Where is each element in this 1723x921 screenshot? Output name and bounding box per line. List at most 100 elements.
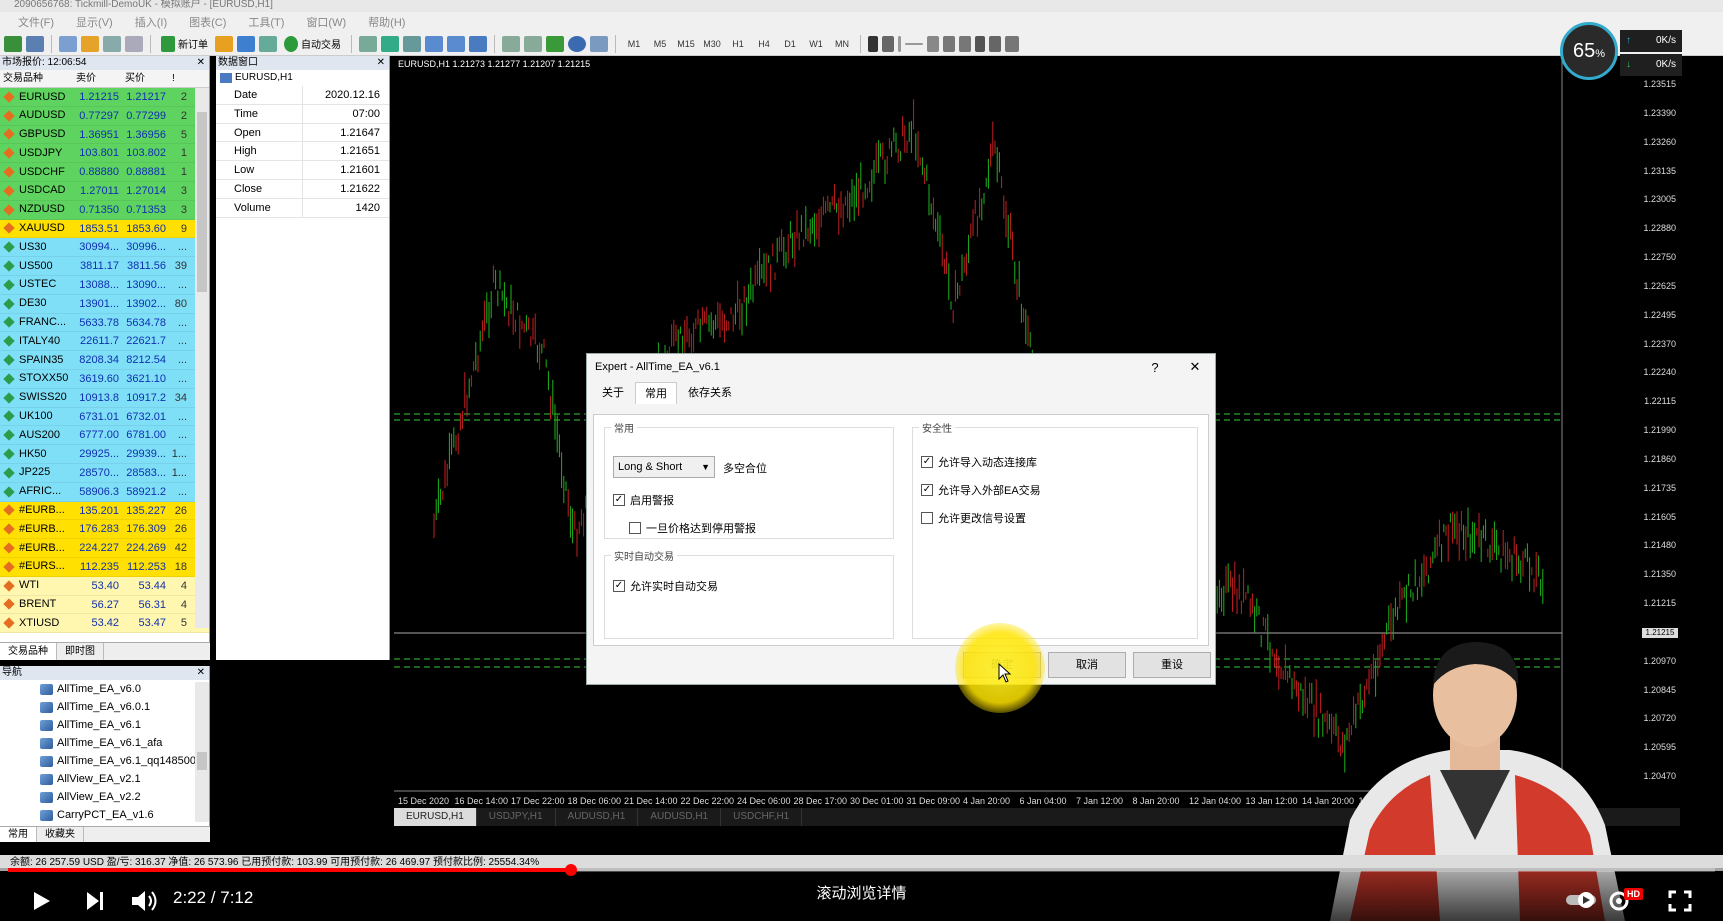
table-row[interactable]: XTIUSD 53.42 53.47 5: [0, 614, 209, 634]
checkbox-checked[interactable]: ✓: [613, 580, 625, 592]
tab-common[interactable]: 常用: [635, 382, 677, 404]
table-row[interactable]: USDCAD 1.27011 1.27014 3: [0, 181, 209, 201]
cursor-icon[interactable]: [868, 35, 878, 52]
zoom-in-icon[interactable]: [425, 35, 443, 52]
column-bid[interactable]: 卖价: [73, 70, 122, 88]
navigator-item[interactable]: AllTime_EA_v6.1_afa: [0, 734, 209, 752]
menu-view[interactable]: 显示(V): [76, 14, 113, 30]
table-row[interactable]: XAUUSD 1853.51 1853.60 9: [0, 219, 209, 239]
chart-tab-eurusd[interactable]: EURUSD,H1: [394, 808, 477, 826]
market-watch-scrollbar[interactable]: [195, 88, 209, 628]
table-row[interactable]: GBPUSD 1.36951 1.36956 5: [0, 125, 209, 145]
auto-trading-button[interactable]: 自动交易: [281, 35, 344, 52]
column-symbol[interactable]: 交易品种: [0, 70, 73, 88]
allow-dll-option[interactable]: ✓ 允许导入动态连接库: [921, 454, 1037, 470]
timeframe-m30[interactable]: M30: [701, 39, 723, 49]
zoom-out-icon[interactable]: [447, 35, 465, 52]
timeframe-w1[interactable]: W1: [805, 39, 827, 49]
tester-icon[interactable]: [125, 35, 143, 52]
close-button[interactable]: ✕: [1175, 359, 1215, 375]
menu-insert[interactable]: 插入(I): [135, 14, 167, 30]
chart-tab-audusd-2[interactable]: AUDUSD,H1: [638, 808, 722, 826]
menu-tools[interactable]: 工具(T): [248, 14, 284, 30]
checkbox-checked[interactable]: ✓: [921, 484, 933, 496]
table-row[interactable]: US500 3811.17 3811.56 39: [0, 257, 209, 276]
text-icon[interactable]: [975, 35, 985, 52]
navigator-scrollbar[interactable]: [195, 682, 209, 822]
navigator-icon[interactable]: [81, 35, 99, 52]
cancel-button[interactable]: 取消: [1048, 652, 1126, 678]
column-ask[interactable]: 买价: [122, 70, 169, 88]
column-spread[interactable]: !: [169, 70, 191, 88]
timeframe-m15[interactable]: M15: [675, 39, 697, 49]
table-row[interactable]: JP225 28570... 28583... 1...: [0, 463, 209, 483]
help-button[interactable]: ?: [1135, 360, 1175, 375]
allow-live-trading-option[interactable]: ✓ 允许实时自动交易: [613, 578, 718, 594]
terminal-icon[interactable]: [103, 35, 121, 52]
timeframe-h1[interactable]: H1: [727, 39, 749, 49]
table-row[interactable]: US30 30994... 30996......: [0, 238, 209, 258]
timeframe-d1[interactable]: D1: [779, 39, 801, 49]
profiles-icon[interactable]: [26, 35, 44, 52]
tab-tick-chart[interactable]: 即时图: [57, 643, 104, 660]
trendline-icon[interactable]: [927, 35, 939, 52]
enable-alerts-option[interactable]: ✓ 启用警报: [613, 492, 674, 508]
tab-about[interactable]: 关于: [593, 382, 633, 404]
tab-common[interactable]: 常用: [0, 827, 37, 842]
autoplay-toggle-icon[interactable]: [1566, 892, 1596, 908]
market-icon[interactable]: [259, 35, 277, 52]
table-row[interactable]: EURUSD 1.21215 1.21217 2: [0, 88, 209, 107]
line-chart-icon[interactable]: [403, 35, 421, 52]
menu-window[interactable]: 窗口(W): [306, 14, 346, 30]
label-icon[interactable]: [989, 35, 1001, 52]
checkbox-unchecked[interactable]: [921, 512, 933, 524]
navigator-item[interactable]: AllTime_EA_v6.0: [0, 680, 209, 698]
table-row[interactable]: USDCHF 0.88880 0.88881 1: [0, 163, 209, 182]
indicators-icon[interactable]: [546, 35, 564, 52]
table-row[interactable]: STOXX50 3619.60 3621.10...: [0, 369, 209, 389]
table-row[interactable]: #EURB... 135.201 135.227 26: [0, 501, 209, 521]
table-row[interactable]: FRANC... 5633.78 5634.78...: [0, 313, 209, 333]
tab-dependencies[interactable]: 依存关系: [679, 382, 741, 404]
navigator-item[interactable]: AllView_EA_v2.1: [0, 770, 209, 788]
table-row[interactable]: SWISS20 10913.8 10917.2 34: [0, 388, 209, 408]
position-select[interactable]: Long & Short ▼: [613, 456, 715, 478]
menu-chart[interactable]: 图表(C): [189, 14, 226, 30]
table-row[interactable]: UK100 6731.01 6732.01...: [0, 407, 209, 427]
scrollbar-thumb[interactable]: [197, 112, 207, 292]
new-chart-icon[interactable]: [4, 35, 22, 52]
periods-icon[interactable]: [568, 35, 586, 52]
gold-icon[interactable]: [215, 35, 233, 52]
table-row[interactable]: AUDUSD 0.77297 0.77299 2: [0, 106, 209, 126]
table-row[interactable]: BRENT 56.27 56.31 4: [0, 595, 209, 615]
crosshair-icon[interactable]: [882, 35, 894, 52]
table-row[interactable]: #EURB... 224.227 224.269 42: [0, 539, 209, 558]
table-row[interactable]: DE30 13901... 13902... 80: [0, 294, 209, 314]
templates-icon[interactable]: [590, 35, 608, 52]
auto-scroll-icon[interactable]: [524, 35, 542, 52]
navigator-item[interactable]: AllTime_EA_v6.1_qq148500: [0, 752, 209, 770]
new-order-button[interactable]: 新订单: [158, 35, 211, 52]
reset-button[interactable]: 重设: [1133, 652, 1211, 678]
scrollbar-thumb[interactable]: [197, 752, 207, 770]
table-row[interactable]: NZDUSD 0.71350 0.71353 3: [0, 200, 209, 220]
timeframe-mn[interactable]: MN: [831, 39, 853, 49]
chart-tab-usdchf[interactable]: USDCHF,H1: [721, 808, 803, 826]
navigator-item[interactable]: AllTime_EA_v6.1: [0, 716, 209, 734]
table-row[interactable]: AUS200 6777.00 6781.00...: [0, 426, 209, 446]
market-watch-icon[interactable]: [59, 35, 77, 52]
candlestick-icon[interactable]: [381, 35, 399, 52]
tile-windows-icon[interactable]: [469, 35, 487, 52]
menu-file[interactable]: 文件(F): [18, 14, 54, 30]
table-row[interactable]: USTEC 13088... 13090......: [0, 275, 209, 295]
table-row[interactable]: HK50 29925... 29939... 1...: [0, 445, 209, 464]
channel-icon[interactable]: [943, 35, 955, 52]
table-row[interactable]: #EURB... 176.283 176.309 26: [0, 520, 209, 540]
timeframe-m1[interactable]: M1: [623, 39, 645, 49]
navigator-item[interactable]: AllView_EA_v2.2: [0, 788, 209, 806]
chart-tab-audusd[interactable]: AUDUSD,H1: [556, 808, 639, 826]
allow-signal-change-option[interactable]: 允许更改信号设置: [921, 510, 1026, 526]
fullscreen-icon[interactable]: [1668, 890, 1692, 912]
table-row[interactable]: AFRIC... 58906.3 58921.2...: [0, 482, 209, 502]
checkbox-unchecked[interactable]: [629, 522, 641, 534]
